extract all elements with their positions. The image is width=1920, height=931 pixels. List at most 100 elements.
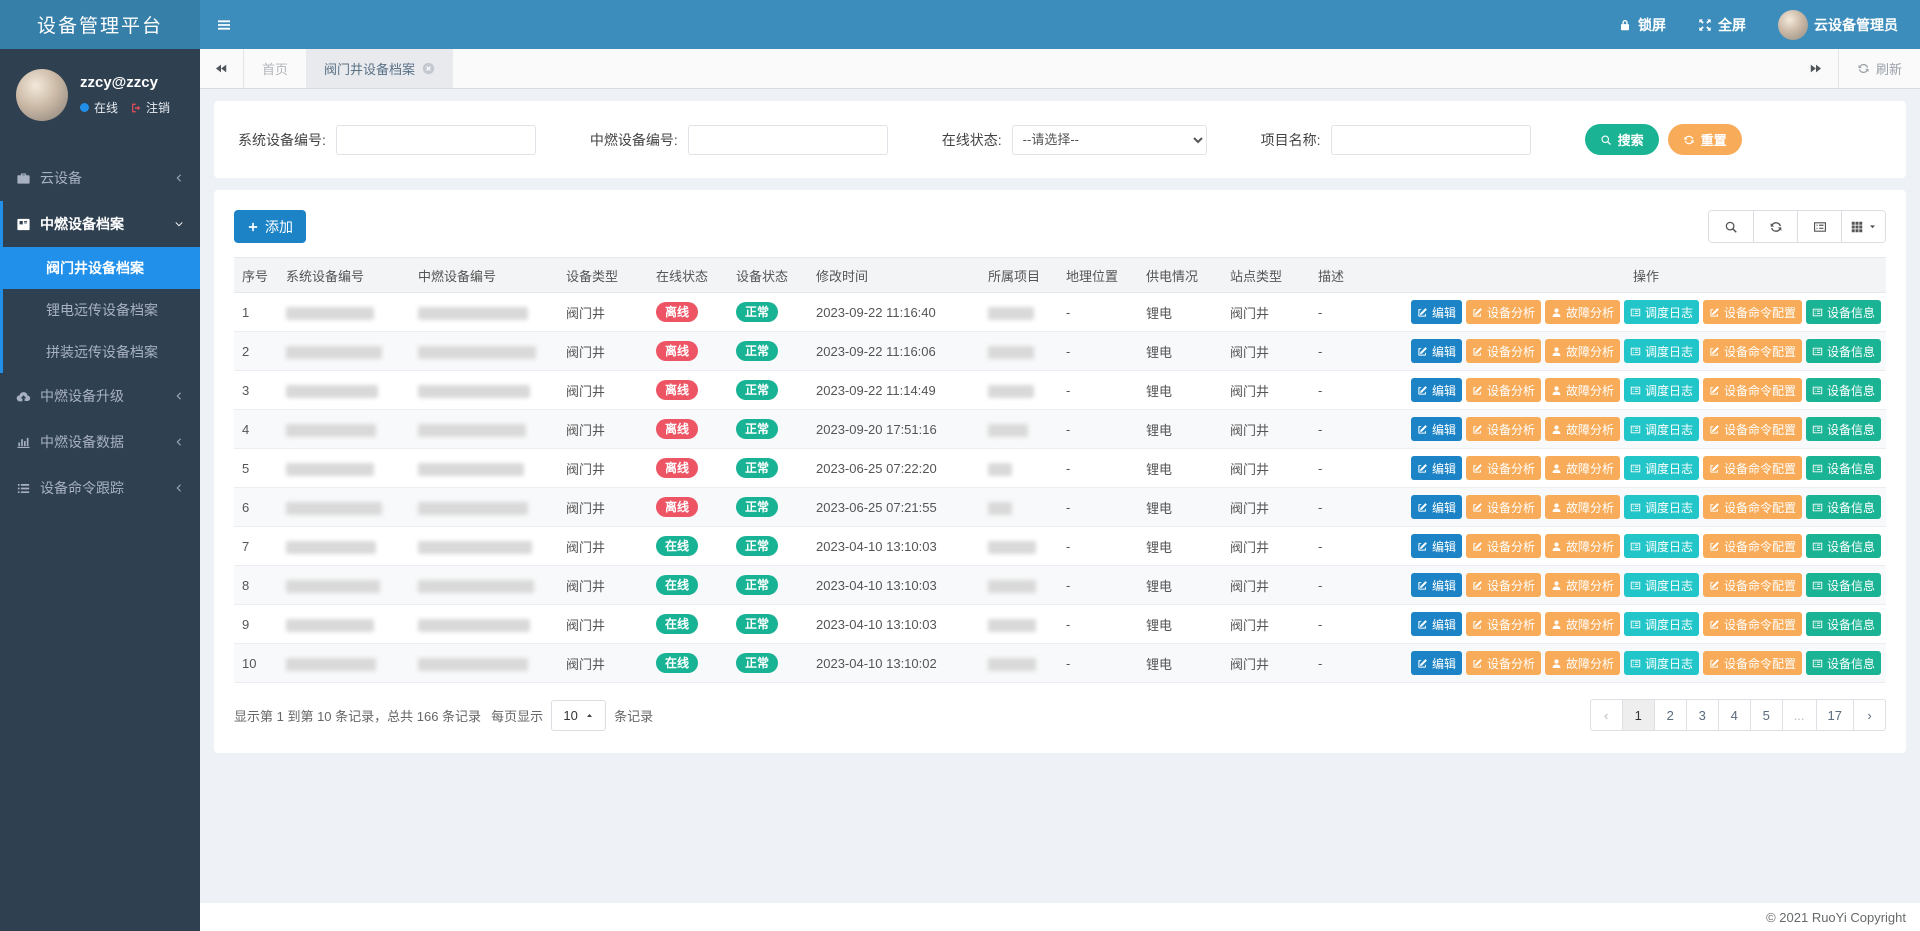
device-command-config-button[interactable]: 设备命令配置 <box>1703 495 1802 519</box>
edit-button[interactable]: 编辑 <box>1411 339 1462 363</box>
dispatch-log-button[interactable]: 调度日志 <box>1624 339 1699 363</box>
table-detail-view-button[interactable] <box>1797 211 1841 242</box>
pagination-page[interactable]: 1 <box>1622 699 1655 731</box>
edit-button[interactable]: 编辑 <box>1411 456 1462 480</box>
device-analysis-button[interactable]: 设备分析 <box>1466 534 1541 558</box>
device-command-config-button[interactable]: 设备命令配置 <box>1703 456 1802 480</box>
device-info-button[interactable]: 设备信息 <box>1806 612 1881 636</box>
dispatch-log-button[interactable]: 调度日志 <box>1624 456 1699 480</box>
device-command-config-button[interactable]: 设备命令配置 <box>1703 534 1802 558</box>
table-refresh-button[interactable] <box>1753 211 1797 242</box>
sidebar-item-valve-well-archive[interactable]: 阀门井设备档案 <box>0 247 200 289</box>
device-command-config-button[interactable]: 设备命令配置 <box>1703 612 1802 636</box>
edit-button[interactable]: 编辑 <box>1411 417 1462 441</box>
logout-button[interactable]: 注销 <box>130 99 170 116</box>
dispatch-log-button[interactable]: 调度日志 <box>1624 378 1699 402</box>
pagination-page[interactable]: 3 <box>1686 699 1719 731</box>
edit-button[interactable]: 编辑 <box>1411 612 1462 636</box>
device-info-button[interactable]: 设备信息 <box>1806 534 1881 558</box>
project-name-input[interactable] <box>1331 125 1531 155</box>
pagination-page[interactable]: 5 <box>1750 699 1783 731</box>
pagination-page[interactable]: 4 <box>1718 699 1751 731</box>
device-info-button[interactable]: 设备信息 <box>1806 651 1881 675</box>
dispatch-log-button[interactable]: 调度日志 <box>1624 612 1699 636</box>
edit-button[interactable]: 编辑 <box>1411 495 1462 519</box>
fault-analysis-button[interactable]: 故障分析 <box>1545 456 1620 480</box>
dispatch-log-button[interactable]: 调度日志 <box>1624 651 1699 675</box>
device-command-config-button[interactable]: 设备命令配置 <box>1703 573 1802 597</box>
device-command-config-button[interactable]: 设备命令配置 <box>1703 651 1802 675</box>
sidebar-item-cloud-device[interactable]: 云设备 <box>0 155 200 201</box>
fault-analysis-button[interactable]: 故障分析 <box>1545 651 1620 675</box>
sidebar-item-libattery-remote-archive[interactable]: 锂电远传设备档案 <box>3 289 200 331</box>
dispatch-log-button[interactable]: 调度日志 <box>1624 573 1699 597</box>
device-analysis-button[interactable]: 设备分析 <box>1466 378 1541 402</box>
edit-button[interactable]: 编辑 <box>1411 573 1462 597</box>
fault-analysis-button[interactable]: 故障分析 <box>1545 495 1620 519</box>
sidebar-item-device-command-track[interactable]: 设备命令跟踪 <box>0 465 200 511</box>
pagination-prev[interactable]: ‹ <box>1590 699 1623 731</box>
device-info-button[interactable]: 设备信息 <box>1806 456 1881 480</box>
edit-button[interactable]: 编辑 <box>1411 534 1462 558</box>
fault-analysis-button[interactable]: 故障分析 <box>1545 612 1620 636</box>
edit-button[interactable]: 编辑 <box>1411 300 1462 324</box>
device-info-button[interactable]: 设备信息 <box>1806 300 1881 324</box>
device-analysis-button[interactable]: 设备分析 <box>1466 300 1541 324</box>
dispatch-log-button[interactable]: 调度日志 <box>1624 495 1699 519</box>
sidebar-toggle-button[interactable] <box>200 0 248 49</box>
table-columns-button[interactable] <box>1841 211 1885 242</box>
system-device-no-input[interactable] <box>336 125 536 155</box>
device-info-button[interactable]: 设备信息 <box>1806 495 1881 519</box>
fault-analysis-button[interactable]: 故障分析 <box>1545 339 1620 363</box>
device-analysis-button[interactable]: 设备分析 <box>1466 495 1541 519</box>
sidebar-item-zr-device-archive[interactable]: 中燃设备档案 <box>3 201 200 247</box>
device-table: 序号系统设备编号中燃设备编号设备类型在线状态设备状态修改时间所属项目地理位置供电… <box>234 257 1886 683</box>
edit-button[interactable]: 编辑 <box>1411 378 1462 402</box>
lock-screen-button[interactable]: 锁屏 <box>1618 15 1666 35</box>
pagination-page[interactable]: 2 <box>1654 699 1687 731</box>
device-info-button[interactable]: 设备信息 <box>1806 573 1881 597</box>
device-info-button[interactable]: 设备信息 <box>1806 417 1881 441</box>
page-size-select[interactable]: 10 <box>551 700 606 731</box>
fullscreen-button[interactable]: 全屏 <box>1698 15 1746 35</box>
device-command-config-button[interactable]: 设备命令配置 <box>1703 378 1802 402</box>
fault-analysis-button[interactable]: 故障分析 <box>1545 573 1620 597</box>
dispatch-log-button[interactable]: 调度日志 <box>1624 300 1699 324</box>
fault-analysis-button[interactable]: 故障分析 <box>1545 378 1620 402</box>
tabs-scroll-right-button[interactable] <box>1794 49 1838 88</box>
dispatch-log-button[interactable]: 调度日志 <box>1624 534 1699 558</box>
device-analysis-button[interactable]: 设备分析 <box>1466 339 1541 363</box>
device-command-config-button[interactable]: 设备命令配置 <box>1703 300 1802 324</box>
table-search-button[interactable] <box>1709 211 1753 242</box>
search-button[interactable]: 搜索 <box>1585 124 1659 155</box>
fault-analysis-button[interactable]: 故障分析 <box>1545 300 1620 324</box>
tab-refresh-button[interactable]: 刷新 <box>1838 49 1920 88</box>
user-menu[interactable]: 云设备管理员 <box>1778 10 1898 40</box>
pagination-page[interactable]: 17 <box>1816 699 1854 731</box>
device-analysis-button[interactable]: 设备分析 <box>1466 573 1541 597</box>
reset-button[interactable]: 重置 <box>1668 124 1742 155</box>
tabs-scroll-left-button[interactable] <box>200 49 244 88</box>
device-command-config-button[interactable]: 设备命令配置 <box>1703 417 1802 441</box>
tab-valve-well-archive[interactable]: 阀门井设备档案 <box>306 49 453 88</box>
device-info-button[interactable]: 设备信息 <box>1806 339 1881 363</box>
online-status-select[interactable]: --请选择-- <box>1012 125 1207 155</box>
pagination-next[interactable]: › <box>1853 699 1886 731</box>
dispatch-log-button[interactable]: 调度日志 <box>1624 417 1699 441</box>
device-analysis-button[interactable]: 设备分析 <box>1466 612 1541 636</box>
sidebar-item-zr-device-data[interactable]: 中燃设备数据 <box>0 419 200 465</box>
device-analysis-button[interactable]: 设备分析 <box>1466 651 1541 675</box>
device-analysis-button[interactable]: 设备分析 <box>1466 417 1541 441</box>
edit-button[interactable]: 编辑 <box>1411 651 1462 675</box>
device-command-config-button[interactable]: 设备命令配置 <box>1703 339 1802 363</box>
zr-device-no-input[interactable] <box>688 125 888 155</box>
tab-home[interactable]: 首页 <box>244 49 306 88</box>
device-analysis-button[interactable]: 设备分析 <box>1466 456 1541 480</box>
device-info-button[interactable]: 设备信息 <box>1806 378 1881 402</box>
avatar[interactable] <box>16 69 68 121</box>
sidebar-item-zr-device-upgrade[interactable]: 中燃设备升级 <box>0 373 200 419</box>
add-button[interactable]: 添加 <box>234 210 306 243</box>
fault-analysis-button[interactable]: 故障分析 <box>1545 534 1620 558</box>
fault-analysis-button[interactable]: 故障分析 <box>1545 417 1620 441</box>
sidebar-item-assembled-remote-archive[interactable]: 拼装远传设备档案 <box>3 331 200 373</box>
